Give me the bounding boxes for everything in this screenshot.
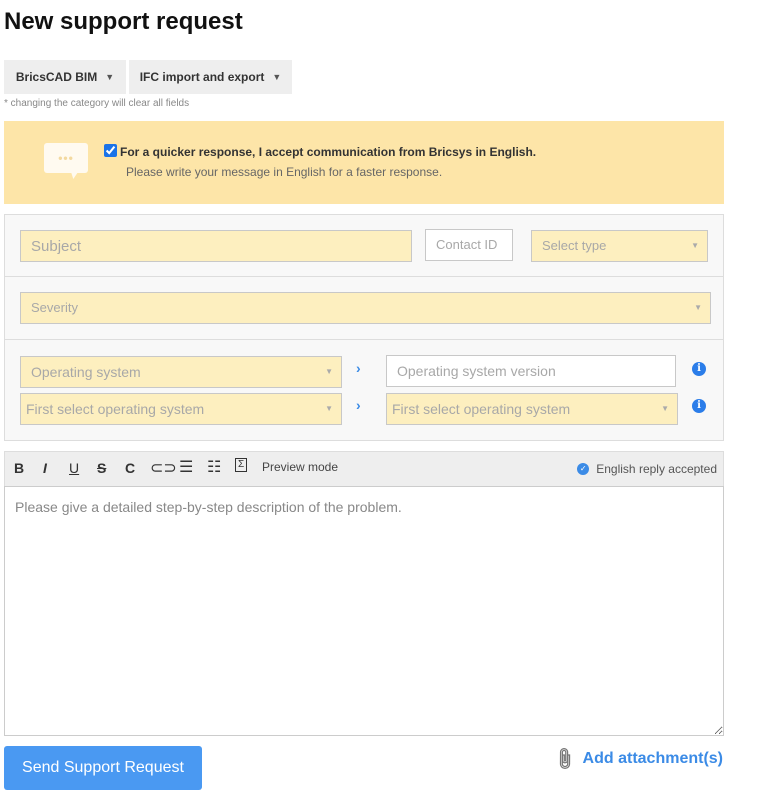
link-icon[interactable]: ⊂⊃ <box>150 458 177 478</box>
os-sub-select-2-placeholder: First select operating system <box>392 401 571 417</box>
os-version-input[interactable]: Operating system version <box>386 355 676 387</box>
os-sub-select-1-placeholder: First select operating system <box>26 401 205 417</box>
severity-select[interactable]: Severity ▼ <box>20 292 711 324</box>
caret-down-icon: ▼ <box>691 241 699 250</box>
editor-toolbar: B I U S C ⊂⊃ ☰ ☷ Σ Preview mode ✓ Englis… <box>4 451 724 486</box>
bulleted-list-icon[interactable]: ☰ <box>179 457 193 477</box>
code-inline-button[interactable]: C <box>125 460 135 476</box>
chevron-right-icon: › <box>356 360 361 376</box>
speech-bubble-icon: ••• <box>44 143 88 173</box>
os-row: Operating system ▼ › Operating system ve… <box>4 340 724 441</box>
numbered-list-icon[interactable]: ☷ <box>207 457 221 477</box>
os-select[interactable]: Operating system ▼ <box>20 356 342 388</box>
code-block-icon[interactable]: Σ <box>235 458 248 472</box>
english-reply-status: ✓ English reply accepted <box>577 462 717 476</box>
english-hint: Please write your message in English for… <box>126 165 443 179</box>
info-icon[interactable]: i <box>692 399 706 413</box>
os-sub-select-2[interactable]: First select operating system ▼ <box>386 393 678 425</box>
send-support-request-button[interactable]: Send Support Request <box>4 746 202 790</box>
category-note: * changing the category will clear all f… <box>4 98 190 109</box>
severity-select-placeholder: Severity <box>31 300 78 315</box>
caret-down-icon: ▼ <box>694 303 702 312</box>
page-title: New support request <box>4 8 243 35</box>
caret-down-icon: ▼ <box>661 404 669 413</box>
english-banner: ••• For a quicker response, I accept com… <box>4 121 724 204</box>
strikethrough-button[interactable]: S <box>97 460 106 476</box>
contact-id-input[interactable]: Contact ID <box>425 229 513 261</box>
product-category-label: BricsCAD BIM <box>15 70 98 84</box>
caret-down-icon: ▼ <box>325 404 333 413</box>
check-circle-icon: ✓ <box>577 463 590 475</box>
paperclip-icon: 📎︎ <box>550 746 578 773</box>
add-attachment-label: Add attachment(s) <box>582 750 723 767</box>
type-select[interactable]: Select type ▼ <box>531 230 708 262</box>
caret-down-icon: ▼ <box>272 72 282 82</box>
type-select-placeholder: Select type <box>542 238 607 253</box>
bold-button[interactable]: B <box>14 460 24 476</box>
accept-english-label: For a quicker response, I accept communi… <box>120 145 537 159</box>
subject-input[interactable]: Subject <box>20 230 412 262</box>
topic-category-label: IFC import and export <box>139 70 265 84</box>
topic-category-dropdown[interactable]: IFC import and export ▼ <box>129 60 292 94</box>
severity-row: Severity ▼ <box>4 277 724 340</box>
add-attachment-link[interactable]: 📎︎ Add attachment(s) <box>551 746 723 772</box>
caret-down-icon: ▼ <box>325 367 333 376</box>
description-textarea[interactable] <box>4 486 724 736</box>
subject-row: Subject Contact ID Select type ▼ <box>4 214 724 277</box>
underline-button[interactable]: U <box>69 460 79 476</box>
os-select-placeholder: Operating system <box>31 364 141 380</box>
accept-english-checkbox[interactable] <box>104 144 117 157</box>
os-sub-select-1[interactable]: First select operating system ▼ <box>20 393 342 425</box>
chevron-right-icon: › <box>356 397 361 413</box>
italic-button[interactable]: I <box>43 460 47 476</box>
info-icon[interactable]: i <box>692 362 706 376</box>
caret-down-icon: ▼ <box>105 72 115 82</box>
english-reply-label: English reply accepted <box>596 462 717 476</box>
product-category-dropdown[interactable]: BricsCAD BIM ▼ <box>4 60 126 94</box>
preview-mode-button[interactable]: Preview mode <box>262 460 338 474</box>
